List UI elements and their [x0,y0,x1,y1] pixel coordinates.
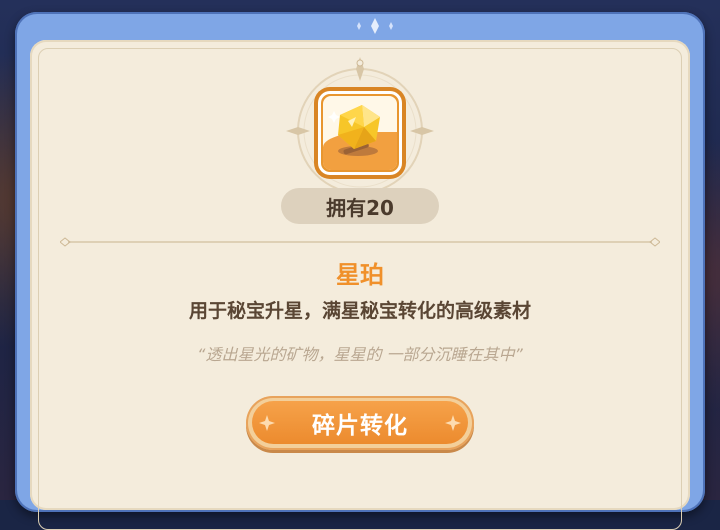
section-divider [60,237,660,247]
item-name: 星珀 [336,261,384,289]
sparkle-icon [259,415,275,431]
item-icon-card[interactable] [318,91,402,175]
frame-ornament-icon [357,18,393,34]
fragment-convert-button[interactable]: 碎片转化 [246,396,474,450]
item-description: 用于秘宝升星，满星秘宝转化的高级素材 [188,300,531,322]
item-flavor-text: “透出星光的矿物，星星的 一部分沉睡在其中” [197,345,523,364]
sparkle-icon [445,415,461,431]
owned-count-badge: 拥有20 [281,188,439,224]
convert-button-label: 碎片转化 [252,401,468,444]
amber-star-gem-icon [328,105,380,156]
